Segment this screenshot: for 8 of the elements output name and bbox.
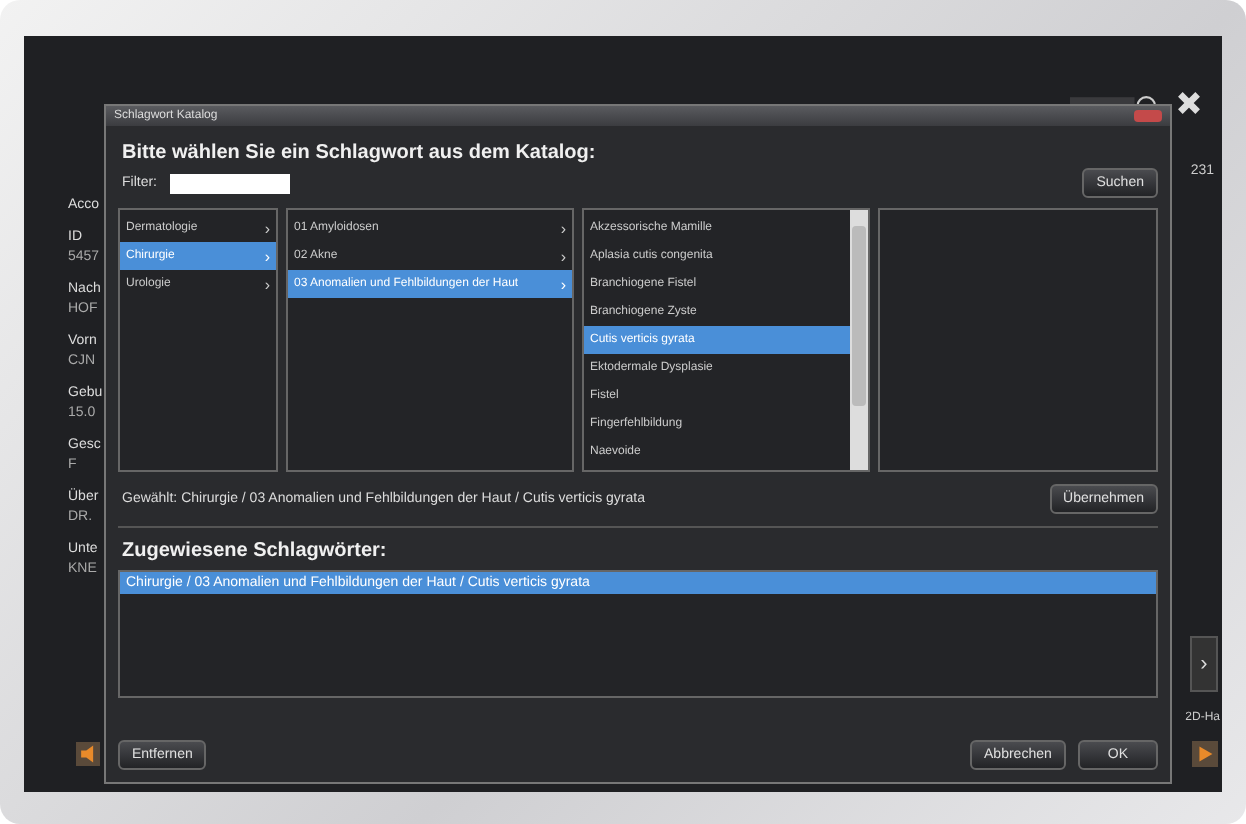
scrollbar[interactable] bbox=[850, 210, 868, 470]
close-icon[interactable] bbox=[1176, 90, 1202, 116]
play-icon[interactable] bbox=[1192, 740, 1218, 768]
speaker-icon[interactable] bbox=[76, 740, 100, 768]
filter-field[interactable] bbox=[169, 173, 289, 193]
dialog-heading: Bitte wählen Sie ein Schlagwort aus dem Katalog: bbox=[122, 142, 598, 164]
section-heading: Zugewiesene Schlagwörter: bbox=[122, 540, 389, 562]
next-button[interactable]: › bbox=[1190, 636, 1218, 692]
